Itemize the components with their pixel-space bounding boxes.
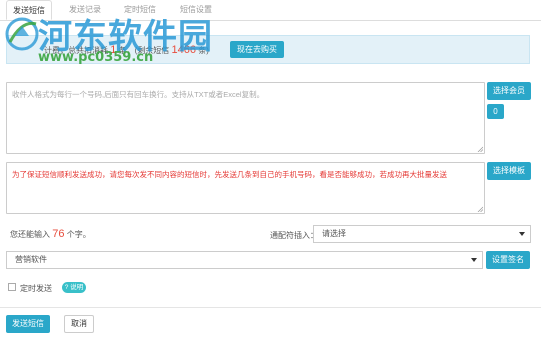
chevron-down-icon	[471, 258, 477, 262]
send-sms-button[interactable]: 发送短信	[6, 315, 50, 333]
remaining-prefix: 您还能输入	[10, 230, 50, 239]
message-textarea[interactable]: 为了保证短信顺利发送成功，请您每次发不同内容的短信时，先发送几条到自己的手机号码…	[6, 162, 485, 214]
wildcard-label: 通配符插入：	[270, 231, 318, 240]
message-text: 为了保证短信顺利发送成功，请您每次发不同内容的短信时，先发送几条到自己的手机号码…	[12, 170, 447, 179]
recipient-count-badge: 0	[487, 104, 504, 119]
remaining-chars: 您还能输入 76 个字。	[10, 228, 91, 240]
recipients-placeholder: 收件人格式为每行一个号码,后面只有回车换行。支持从TXT或者Excel复制。	[12, 90, 265, 99]
chevron-down-icon	[519, 232, 525, 236]
help-badge[interactable]: ? 说明	[62, 282, 86, 293]
select-member-button[interactable]: 选择会员	[487, 82, 531, 100]
buy-now-button[interactable]: 现在去购买	[230, 41, 284, 58]
schedule-checkbox[interactable]	[8, 283, 16, 291]
wildcard-select[interactable]: 请选择	[313, 225, 531, 243]
recipients-textarea[interactable]: 收件人格式为每行一个号码,后面只有回车换行。支持从TXT或者Excel复制。	[6, 82, 485, 154]
resize-grip-icon[interactable]	[477, 146, 483, 152]
watermark-url: www.pc0359.cn	[38, 50, 154, 65]
signature-value: 营销软件	[15, 255, 47, 264]
remaining-chars-count: 76	[52, 228, 65, 240]
remaining-suffix: 个字。	[66, 230, 91, 239]
set-signature-button[interactable]: 设置签名	[486, 251, 530, 269]
watermark-logo-icon	[5, 17, 39, 51]
resize-grip-icon[interactable]	[477, 206, 483, 212]
signature-select[interactable]: 营销软件	[6, 251, 483, 269]
divider	[0, 307, 541, 308]
cancel-button[interactable]: 取消	[64, 315, 94, 333]
select-template-button[interactable]: 选择模板	[487, 162, 531, 180]
wildcard-value: 请选择	[322, 229, 346, 238]
schedule-label: 定时发送	[20, 284, 52, 293]
